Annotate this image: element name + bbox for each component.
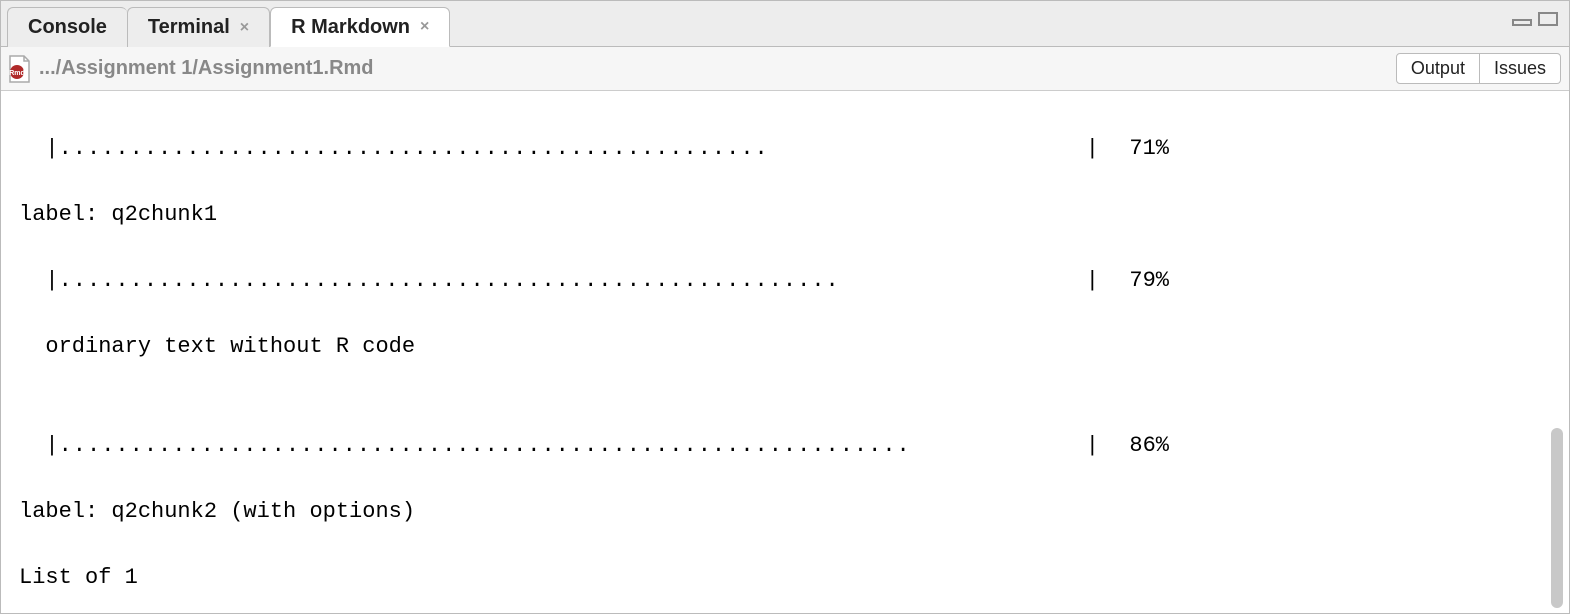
svg-text:Rmd: Rmd [9, 70, 25, 77]
tab-terminal-label: Terminal [148, 16, 230, 39]
tab-bar: Console Terminal × R Markdown × [1, 1, 1569, 47]
tab-console-label: Console [28, 16, 107, 39]
progress-lead: | [19, 433, 59, 458]
path-bar: Rmd .../Assignment 1/Assignment1.Rmd Out… [1, 47, 1569, 91]
progress-dots: ........................................… [59, 136, 769, 161]
console-line: label: q2chunk2 (with options) [19, 495, 1559, 528]
output-button[interactable]: Output [1396, 53, 1480, 84]
minimize-icon[interactable] [1511, 11, 1533, 27]
progress-row: |.......................................… [19, 429, 1559, 462]
tab-console[interactable]: Console [7, 7, 127, 47]
console-line: ordinary text without R code [19, 330, 1559, 363]
progress-end: | [1059, 429, 1099, 462]
progress-end: | [1059, 264, 1099, 297]
file-path: .../Assignment 1/Assignment1.Rmd [39, 57, 374, 80]
progress-pct: 86% [1099, 429, 1169, 462]
tab-rmarkdown[interactable]: R Markdown × [270, 7, 450, 47]
close-icon[interactable]: × [240, 19, 249, 37]
progress-lead: | [19, 268, 59, 293]
progress-pct: 79% [1099, 264, 1169, 297]
console-line: label: q2chunk1 [19, 198, 1559, 231]
progress-row: |.......................................… [19, 264, 1559, 297]
window-controls [1511, 11, 1559, 27]
console-line: List of 1 [19, 561, 1559, 594]
progress-row: |.......................................… [19, 132, 1559, 165]
rmd-file-icon: Rmd [7, 55, 31, 83]
progress-end: | [1059, 132, 1099, 165]
pathbar-buttons: Output Issues [1396, 53, 1561, 84]
close-icon[interactable]: × [420, 18, 429, 36]
console-output: |.......................................… [1, 91, 1569, 615]
issues-button[interactable]: Issues [1480, 53, 1561, 84]
maximize-icon[interactable] [1537, 11, 1559, 27]
tab-terminal[interactable]: Terminal × [127, 7, 270, 47]
progress-dots: ........................................… [59, 268, 840, 293]
progress-lead: | [19, 136, 59, 161]
scrollbar-thumb[interactable] [1551, 428, 1563, 608]
scrollbar-track[interactable] [1553, 92, 1565, 612]
progress-dots: ........................................… [59, 433, 911, 458]
progress-pct: 71% [1099, 132, 1169, 165]
tab-rmarkdown-label: R Markdown [291, 16, 410, 39]
